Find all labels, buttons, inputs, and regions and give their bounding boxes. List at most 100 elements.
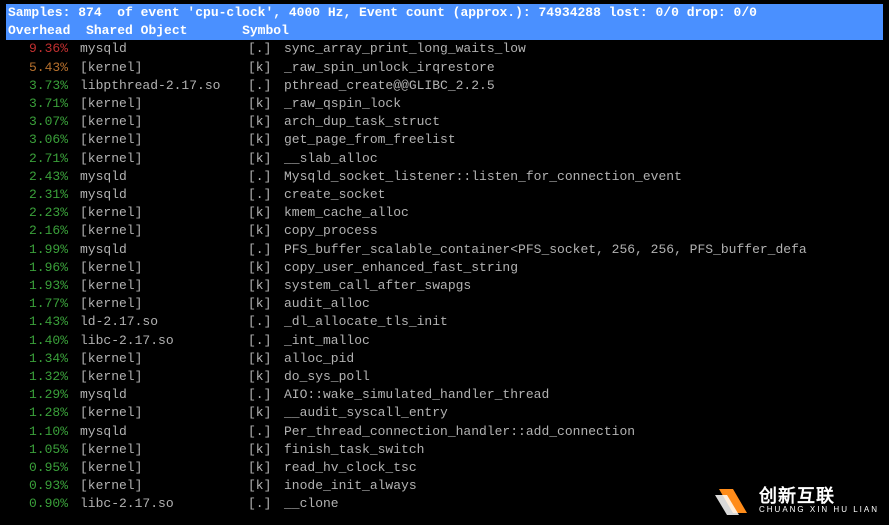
perf-row[interactable]: 1.77%[kernel][k]audit_alloc [6,295,883,313]
overhead-value: 1.34% [8,350,80,368]
symbol-tag: [k] [248,150,284,168]
shared-object: [kernel] [80,59,248,77]
overhead-value: 0.95% [8,459,80,477]
symbol-name: copy_user_enhanced_fast_string [284,259,518,277]
symbol-name: Per_thread_connection_handler::add_conne… [284,423,635,441]
overhead-value: 2.71% [8,150,80,168]
symbol-name: system_call_after_swapgs [284,277,471,295]
symbol-name: arch_dup_task_struct [284,113,440,131]
perf-row[interactable]: 1.28%[kernel][k]__audit_syscall_entry [6,404,883,422]
perf-row[interactable]: 2.43%mysqld[.]Mysqld_socket_listener::li… [6,168,883,186]
overhead-value: 9.36% [8,40,80,58]
symbol-name: _int_malloc [284,332,370,350]
perf-row[interactable]: 1.29%mysqld[.]AIO::wake_simulated_handle… [6,386,883,404]
symbol-tag: [k] [248,113,284,131]
overhead-value: 2.43% [8,168,80,186]
symbol-name: __audit_syscall_entry [284,404,448,422]
perf-row[interactable]: 1.40%libc-2.17.so[.]_int_malloc [6,332,883,350]
shared-object: [kernel] [80,259,248,277]
perf-row[interactable]: 1.96%[kernel][k]copy_user_enhanced_fast_… [6,259,883,277]
perf-row[interactable]: 0.93%[kernel][k]inode_init_always [6,477,883,495]
perf-row[interactable]: 1.99%mysqld[.]PFS_buffer_scalable_contai… [6,241,883,259]
symbol-tag: [.] [248,332,284,350]
perf-row[interactable]: 1.34%[kernel][k]alloc_pid [6,350,883,368]
shared-object: mysqld [80,40,248,58]
shared-object: mysqld [80,186,248,204]
overhead-value: 0.90% [8,495,80,513]
overhead-value: 3.06% [8,131,80,149]
shared-object: [kernel] [80,368,248,386]
symbol-tag: [.] [248,186,284,204]
shared-object: [kernel] [80,277,248,295]
symbol-name: audit_alloc [284,295,370,313]
symbol-name: Mysqld_socket_listener::listen_for_conne… [284,168,682,186]
perf-rows: 9.36%mysqld[.]sync_array_print_long_wait… [6,40,883,513]
symbol-tag: [.] [248,313,284,331]
symbol-name: _raw_qspin_lock [284,95,401,113]
perf-row[interactable]: 2.23%[kernel][k]kmem_cache_alloc [6,204,883,222]
shared-object: [kernel] [80,131,248,149]
shared-object: ld-2.17.so [80,313,248,331]
perf-row[interactable]: 2.16%[kernel][k]copy_process [6,222,883,240]
overhead-value: 3.73% [8,77,80,95]
shared-object: mysqld [80,386,248,404]
shared-object: mysqld [80,168,248,186]
symbol-tag: [.] [248,386,284,404]
samples-header: Samples: 874 of event 'cpu-clock', 4000 … [6,4,883,22]
shared-object: [kernel] [80,350,248,368]
symbol-name: alloc_pid [284,350,354,368]
overhead-value: 1.29% [8,386,80,404]
symbol-tag: [.] [248,423,284,441]
overhead-value: 1.96% [8,259,80,277]
shared-object: libpthread-2.17.so [80,77,248,95]
perf-row[interactable]: 1.05%[kernel][k]finish_task_switch [6,441,883,459]
perf-row[interactable]: 9.36%mysqld[.]sync_array_print_long_wait… [6,40,883,58]
perf-row[interactable]: 3.71%[kernel][k]_raw_qspin_lock [6,95,883,113]
symbol-name: _raw_spin_unlock_irqrestore [284,59,495,77]
perf-row[interactable]: 0.95%[kernel][k]read_hv_clock_tsc [6,459,883,477]
perf-row[interactable]: 1.10%mysqld[.]Per_thread_connection_hand… [6,423,883,441]
perf-row[interactable]: 1.43%ld-2.17.so[.]_dl_allocate_tls_init [6,313,883,331]
overhead-value: 1.32% [8,368,80,386]
overhead-value: 3.07% [8,113,80,131]
symbol-tag: [k] [248,295,284,313]
perf-row[interactable]: 0.90%libc-2.17.so[.]__clone [6,495,883,513]
symbol-name: read_hv_clock_tsc [284,459,417,477]
symbol-tag: [k] [248,404,284,422]
overhead-value: 1.99% [8,241,80,259]
symbol-name: finish_task_switch [284,441,424,459]
perf-row[interactable]: 1.32%[kernel][k]do_sys_poll [6,368,883,386]
perf-row[interactable]: 5.43%[kernel][k]_raw_spin_unlock_irqrest… [6,59,883,77]
overhead-value: 5.43% [8,59,80,77]
perf-row[interactable]: 2.31%mysqld[.]create_socket [6,186,883,204]
shared-object: mysqld [80,423,248,441]
shared-object: [kernel] [80,150,248,168]
shared-object: [kernel] [80,222,248,240]
symbol-name: __slab_alloc [284,150,378,168]
symbol-tag: [k] [248,441,284,459]
perf-report-terminal[interactable]: Samples: 874 of event 'cpu-clock', 4000 … [0,0,889,525]
symbol-tag: [k] [248,477,284,495]
shared-object: [kernel] [80,441,248,459]
symbol-name: _dl_allocate_tls_init [284,313,448,331]
symbol-name: copy_process [284,222,378,240]
symbol-name: AIO::wake_simulated_handler_thread [284,386,549,404]
symbol-name: kmem_cache_alloc [284,204,409,222]
shared-object: [kernel] [80,459,248,477]
overhead-value: 2.31% [8,186,80,204]
symbol-name: get_page_from_freelist [284,131,456,149]
symbol-tag: [k] [248,368,284,386]
symbol-tag: [k] [248,59,284,77]
shared-object: [kernel] [80,295,248,313]
symbol-tag: [.] [248,77,284,95]
perf-row[interactable]: 1.93%[kernel][k]system_call_after_swapgs [6,277,883,295]
col-symbol: Symbol [242,23,289,38]
perf-row[interactable]: 3.07%[kernel][k]arch_dup_task_struct [6,113,883,131]
perf-row[interactable]: 3.73%libpthread-2.17.so[.]pthread_create… [6,77,883,95]
shared-object: [kernel] [80,204,248,222]
symbol-name: pthread_create@@GLIBC_2.2.5 [284,77,495,95]
symbol-name: PFS_buffer_scalable_container<PFS_socket… [284,241,807,259]
perf-row[interactable]: 3.06%[kernel][k]get_page_from_freelist [6,131,883,149]
shared-object: [kernel] [80,95,248,113]
perf-row[interactable]: 2.71%[kernel][k]__slab_alloc [6,150,883,168]
